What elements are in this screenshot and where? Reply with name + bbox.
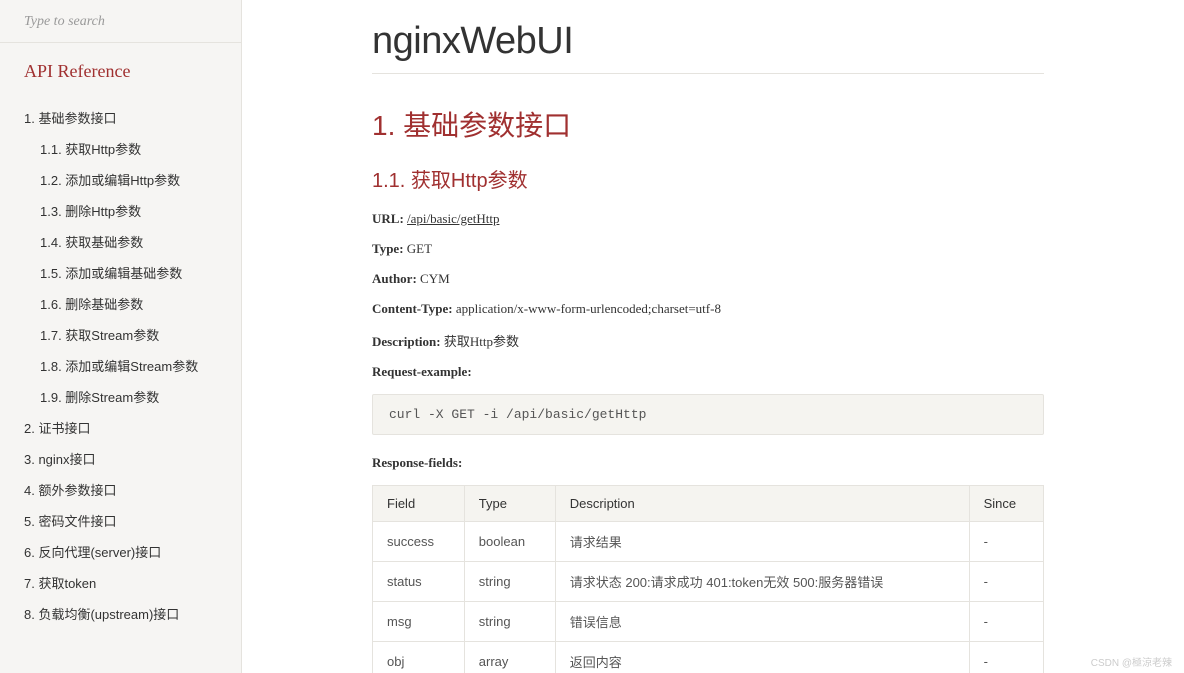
nav-item-4[interactable]: 4. 额外参数接口 xyxy=(0,474,241,505)
table-header-row: Field Type Description Since xyxy=(373,486,1044,522)
meta-request-example-label: Request-example: xyxy=(372,364,472,379)
meta-type-label: Type: xyxy=(372,241,404,256)
meta-description-label: Description: xyxy=(372,334,441,349)
cell-since: - xyxy=(969,642,1043,673)
watermark: CSDN @極涼老辣 xyxy=(1091,654,1172,669)
cell-since: - xyxy=(969,562,1043,602)
nav-item-6[interactable]: 6. 反向代理(server)接口 xyxy=(0,536,241,567)
cell-field: obj xyxy=(373,642,465,673)
sidebar: API Reference 1. 基础参数接口 1.1. 获取Http参数 1.… xyxy=(0,0,242,673)
cell-field: msg xyxy=(373,602,465,642)
meta-contenttype-label: Content-Type: xyxy=(372,301,453,316)
content: nginxWebUI 1. 基础参数接口 1.1. 获取Http参数 URL: … xyxy=(242,0,1184,673)
cell-type: string xyxy=(464,602,555,642)
response-table-wrapper: Field Type Description Since success boo… xyxy=(372,485,1044,673)
meta-response-fields: Response-fields: xyxy=(372,455,1044,471)
th-type: Type xyxy=(464,486,555,522)
table-row: success boolean 请求结果 - xyxy=(373,522,1044,562)
cell-type: string xyxy=(464,562,555,602)
table-row: status string 请求状态 200:请求成功 401:token无效 … xyxy=(373,562,1044,602)
nav-item-7[interactable]: 7. 获取token xyxy=(0,567,241,598)
cell-type: boolean xyxy=(464,522,555,562)
th-field: Field xyxy=(373,486,465,522)
cell-type: array xyxy=(464,642,555,673)
nav-item-1-8[interactable]: 1.8. 添加或编辑Stream参数 xyxy=(0,350,241,381)
nav-item-1-3[interactable]: 1.3. 删除Http参数 xyxy=(0,195,241,226)
cell-since: - xyxy=(969,602,1043,642)
nav-item-5[interactable]: 5. 密码文件接口 xyxy=(0,505,241,536)
meta-request-example: Request-example: xyxy=(372,364,1044,380)
meta-author-value: CYM xyxy=(417,271,450,286)
th-since: Since xyxy=(969,486,1043,522)
cell-description: 错误信息 xyxy=(555,602,969,642)
nav-item-3[interactable]: 3. nginx接口 xyxy=(0,443,241,474)
search-input[interactable] xyxy=(24,14,217,30)
table-row: msg string 错误信息 - xyxy=(373,602,1044,642)
nav-item-8[interactable]: 8. 负载均衡(upstream)接口 xyxy=(0,598,241,629)
search-area xyxy=(0,0,241,43)
meta-type-value: GET xyxy=(404,241,433,256)
cell-field: success xyxy=(373,522,465,562)
nav-item-1-2[interactable]: 1.2. 添加或编辑Http参数 xyxy=(0,164,241,195)
nav-item-1-1[interactable]: 1.1. 获取Http参数 xyxy=(0,133,241,164)
nav-item-1-4[interactable]: 1.4. 获取基础参数 xyxy=(0,226,241,257)
cell-since: - xyxy=(969,522,1043,562)
th-description: Description xyxy=(555,486,969,522)
meta-author-label: Author: xyxy=(372,271,417,286)
meta-url-value[interactable]: /api/basic/getHttp xyxy=(407,211,499,226)
code-block: curl -X GET -i /api/basic/getHttp xyxy=(372,394,1044,435)
page-title: nginxWebUI xyxy=(372,20,1044,74)
cell-description: 返回内容 xyxy=(555,642,969,673)
section-heading-1-1: 1.1. 获取Http参数 xyxy=(372,164,1044,193)
sidebar-title: API Reference xyxy=(0,43,241,94)
meta-url: URL: /api/basic/getHttp xyxy=(372,211,1044,227)
nav-item-2[interactable]: 2. 证书接口 xyxy=(0,412,241,443)
nav-list: 1. 基础参数接口 1.1. 获取Http参数 1.2. 添加或编辑Http参数… xyxy=(0,94,241,637)
meta-type: Type: GET xyxy=(372,241,1044,257)
meta-author: Author: CYM xyxy=(372,271,1044,287)
nav-item-1-5[interactable]: 1.5. 添加或编辑基础参数 xyxy=(0,257,241,288)
cell-description: 请求结果 xyxy=(555,522,969,562)
nav-item-1-6[interactable]: 1.6. 删除基础参数 xyxy=(0,288,241,319)
nav-item-1-9[interactable]: 1.9. 删除Stream参数 xyxy=(0,381,241,412)
meta-description-value: 获取Http参数 xyxy=(441,334,519,349)
table-row: obj array 返回内容 - xyxy=(373,642,1044,673)
meta-url-label: URL: xyxy=(372,211,404,226)
meta-description: Description: 获取Http参数 xyxy=(372,331,1044,350)
nav-item-1[interactable]: 1. 基础参数接口 xyxy=(0,102,241,133)
meta-contenttype: Content-Type: application/x-www-form-url… xyxy=(372,301,1044,317)
meta-response-fields-label: Response-fields: xyxy=(372,455,462,470)
nav-item-1-7[interactable]: 1.7. 获取Stream参数 xyxy=(0,319,241,350)
cell-description: 请求状态 200:请求成功 401:token无效 500:服务器错误 xyxy=(555,562,969,602)
section-heading-1: 1. 基础参数接口 xyxy=(372,104,1044,144)
cell-field: status xyxy=(373,562,465,602)
meta-contenttype-value: application/x-www-form-urlencoded;charse… xyxy=(453,301,721,316)
response-table: Field Type Description Since success boo… xyxy=(372,485,1044,673)
